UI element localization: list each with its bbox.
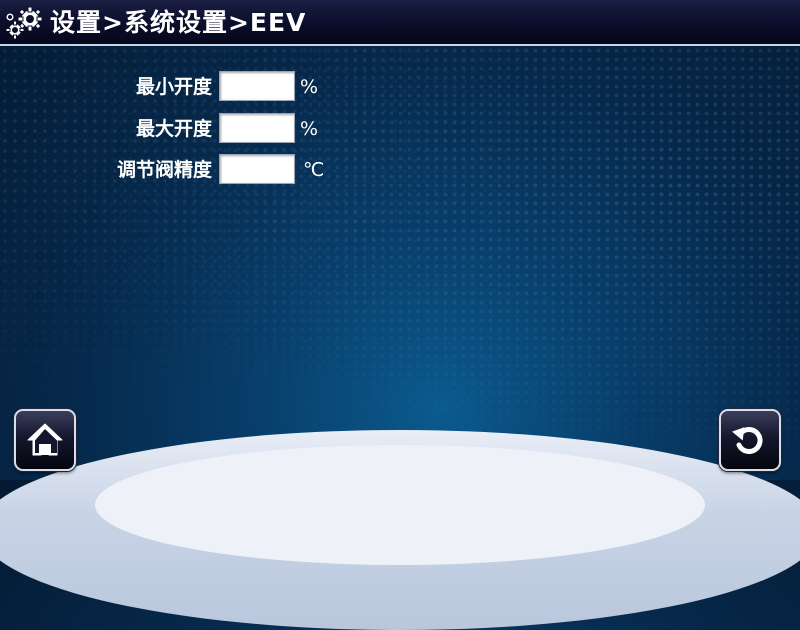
form-row-valve-precision: 调节阀精度 bbox=[0, 154, 212, 186]
form-row-max-opening: 最大开度 bbox=[0, 113, 212, 145]
valve-precision-input[interactable] bbox=[219, 154, 295, 184]
valve-precision-label: 调节阀精度 bbox=[116, 159, 212, 181]
gears-icon bbox=[5, 6, 43, 40]
home-icon bbox=[27, 423, 63, 456]
valve-precision-unit: ℃ bbox=[303, 159, 325, 181]
page-title: 设置>系统设置>EEV bbox=[50, 8, 307, 37]
min-opening-label: 最小开度 bbox=[135, 76, 212, 98]
title-bar: 设置>系统设置>EEV bbox=[0, 0, 800, 46]
back-arrow-icon bbox=[732, 427, 763, 454]
min-opening-input[interactable] bbox=[219, 71, 295, 101]
bottom-arc-highlight bbox=[95, 445, 705, 565]
background-dot-pattern-left bbox=[0, 46, 800, 480]
home-button[interactable] bbox=[14, 409, 76, 471]
form-row-min-opening: 最小开度 bbox=[0, 71, 212, 103]
max-opening-label: 最大开度 bbox=[135, 118, 212, 140]
max-opening-input[interactable] bbox=[219, 113, 295, 143]
back-button[interactable] bbox=[719, 409, 781, 471]
min-opening-unit: % bbox=[300, 76, 319, 98]
max-opening-unit: % bbox=[300, 118, 319, 140]
